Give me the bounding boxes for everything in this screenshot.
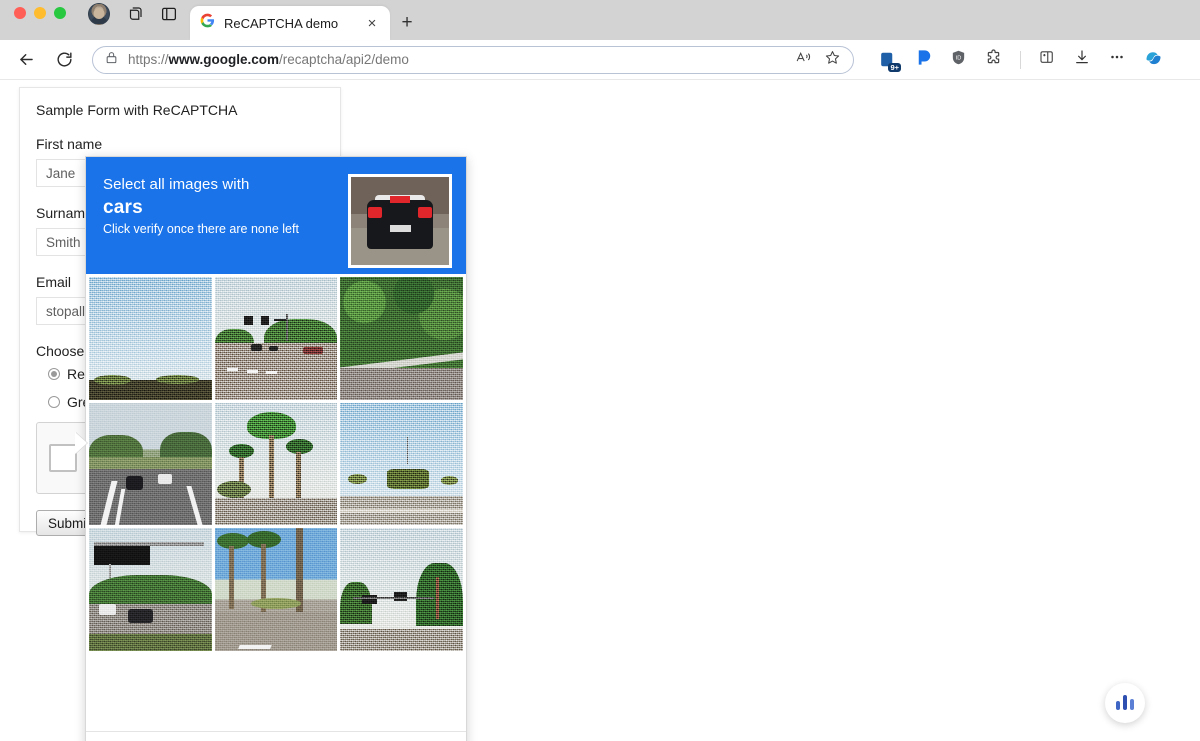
browser-toolbar: https://www.google.com/recaptcha/api2/de… [0,40,1200,80]
back-arrow-icon[interactable] [12,46,40,74]
page-viewport: Sample Form with ReCAPTCHA First name Ja… [0,80,1200,741]
recaptcha-challenge-dialog: Select all images with cars Click verify… [85,156,467,741]
first-name-label: First name [36,136,103,152]
collections-badge-icon[interactable]: 9+ [878,50,901,72]
challenge-tile-8[interactable] [214,528,338,652]
sidebar-toggle-icon[interactable] [160,5,178,23]
copilot-icon[interactable] [1143,47,1164,73]
downloads-icon[interactable] [1073,48,1091,71]
chrome-left-icons [88,0,178,40]
svg-text:ID: ID [956,55,962,61]
challenge-tile-2[interactable] [214,277,338,400]
read-aloud-icon[interactable] [795,49,812,71]
tab-title: ReCAPTCHA demo [224,15,339,31]
audio-waveform-icon[interactable] [1105,683,1145,723]
workspaces-icon[interactable] [126,5,144,23]
lock-icon [105,51,118,69]
google-favicon [200,13,215,33]
recaptcha-checkbox[interactable] [49,444,77,472]
challenge-instruction: Select all images with [103,176,250,193]
toolbar-divider [1020,50,1021,69]
title-bar: ReCAPTCHA demo × + [0,0,1200,40]
close-tab-button[interactable]: × [364,15,380,31]
split-screen-icon[interactable] [1038,48,1056,71]
new-tab-button[interactable]: + [390,6,424,40]
minimize-window-button[interactable] [34,7,46,19]
challenge-tile-3[interactable] [340,277,463,400]
challenge-tile-6[interactable] [340,402,463,526]
profile-avatar[interactable] [88,3,110,25]
challenge-image-grid [86,274,466,652]
address-bar[interactable]: https://www.google.com/recaptcha/api2/de… [92,45,854,74]
challenge-hint: Click verify once there are none left [103,222,299,236]
extension-icons: 9+ ID [878,47,1164,73]
challenge-header: Select all images with cars Click verify… [86,157,466,274]
radio-red-icon[interactable] [48,368,60,380]
challenge-tile-4[interactable] [89,402,212,526]
challenge-footer: VERIFY [86,731,466,741]
challenge-example-thumbnail [348,174,452,268]
shield-privacy-icon[interactable]: ID [950,49,967,71]
challenge-prompt: Select all images with cars Click verify… [103,174,299,236]
challenge-tile-1[interactable] [89,277,212,400]
maximize-window-button[interactable] [54,7,66,19]
captcha-pointer-notch [75,432,87,454]
more-options-icon[interactable] [1108,48,1126,71]
challenge-tile-7[interactable] [89,528,212,652]
tab-recaptcha-demo[interactable]: ReCAPTCHA demo × [190,6,390,40]
address-bar-actions [795,49,845,71]
browser-window: ReCAPTCHA demo × + https://www.google.co… [0,0,1200,741]
challenge-tile-9[interactable] [340,528,463,652]
pdf-tool-icon[interactable] [914,48,933,72]
tab-strip: ReCAPTCHA demo × + [190,6,424,40]
challenge-tile-5[interactable] [214,402,338,526]
window-controls [14,0,66,40]
puzzle-extensions-icon[interactable] [984,48,1003,72]
radio-green-icon[interactable] [48,396,60,408]
star-icon[interactable] [824,49,841,71]
close-window-button[interactable] [14,7,26,19]
challenge-target: cars [103,197,143,218]
reload-icon[interactable] [50,46,78,74]
url-text: https://www.google.com/recaptcha/api2/de… [128,52,409,67]
page-title: Sample Form with ReCAPTCHA [36,102,238,118]
